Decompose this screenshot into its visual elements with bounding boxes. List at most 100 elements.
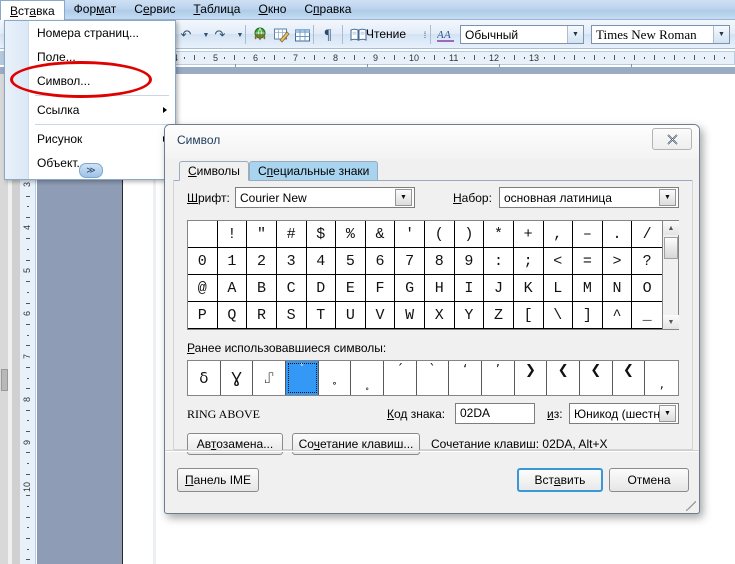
character-cell[interactable]: B xyxy=(247,275,277,302)
character-cell[interactable]: 0 xyxy=(188,248,218,275)
character-cell[interactable]: / xyxy=(632,221,662,248)
character-cell[interactable]: * xyxy=(484,221,514,248)
scrollbar-thumb[interactable] xyxy=(1,369,8,391)
character-cell[interactable]: % xyxy=(336,221,366,248)
character-cell[interactable]: \ xyxy=(544,302,574,329)
character-cell[interactable]: 6 xyxy=(366,248,396,275)
toolbar-overflow-icon[interactable]: ⁞ xyxy=(415,25,435,45)
recent-symbol-cell[interactable]: ‘ xyxy=(449,361,482,395)
cancel-button[interactable]: Отмена xyxy=(609,468,689,492)
recent-symbol-cell[interactable]: ´ xyxy=(384,361,417,395)
recent-symbol-cell[interactable]: ❯ xyxy=(515,361,548,395)
character-cell[interactable]: : xyxy=(484,248,514,275)
tab-special-chars[interactable]: Специальные знаки xyxy=(249,161,378,181)
dialog-title-bar[interactable]: Символ xyxy=(165,125,699,159)
character-cell[interactable]: 2 xyxy=(247,248,277,275)
character-cell[interactable]: Z xyxy=(484,302,514,329)
style-combo[interactable]: Обычный ▼ xyxy=(460,25,584,44)
character-cell[interactable]: + xyxy=(514,221,544,248)
menu-item-link[interactable]: Ссылка xyxy=(5,98,175,122)
close-icon[interactable] xyxy=(652,128,692,150)
character-cell[interactable]: ' xyxy=(395,221,425,248)
font-format-AA-icon[interactable]: AA xyxy=(436,25,456,45)
character-cell[interactable]: < xyxy=(544,248,574,275)
scroll-down-arrow-icon[interactable]: ▼ xyxy=(663,315,679,329)
chevron-down-icon[interactable]: ▼ xyxy=(567,26,583,43)
character-cell[interactable]: . xyxy=(603,221,633,248)
scroll-up-arrow-icon[interactable]: ▲ xyxy=(663,221,679,235)
chevron-down-icon[interactable]: ▼ xyxy=(659,405,676,422)
paragraph-marks-icon[interactable]: ¶ xyxy=(318,25,338,45)
chevron-down-icon[interactable]: ▼ xyxy=(713,26,729,43)
recent-symbol-cell[interactable]: ˚ xyxy=(286,361,319,395)
character-cell[interactable]: [ xyxy=(514,302,544,329)
character-cell[interactable] xyxy=(188,221,218,248)
menu-okno[interactable]: Окно xyxy=(249,0,295,19)
character-cell[interactable]: ^ xyxy=(603,302,633,329)
character-cell[interactable]: I xyxy=(455,275,485,302)
font-select[interactable]: Courier New ▼ xyxy=(235,187,415,208)
character-cell[interactable]: D xyxy=(307,275,337,302)
character-cell[interactable]: R xyxy=(247,302,277,329)
menu-expand-chevron-double-down-icon[interactable]: ≫ xyxy=(79,163,103,178)
character-cell[interactable]: V xyxy=(366,302,396,329)
character-cell[interactable]: E xyxy=(336,275,366,302)
charset-select[interactable]: основная латиница ▼ xyxy=(499,187,679,208)
recent-symbol-cell[interactable]: ⑀ xyxy=(253,361,286,395)
menu-item-symbol[interactable]: Символ... xyxy=(5,69,175,93)
character-cell[interactable]: & xyxy=(366,221,396,248)
recent-symbol-cell[interactable]: ˳ xyxy=(319,361,352,395)
character-cell[interactable]: F xyxy=(366,275,396,302)
character-cell[interactable]: 4 xyxy=(307,248,337,275)
character-cell[interactable]: S xyxy=(277,302,307,329)
character-cell[interactable]: P xyxy=(188,302,218,329)
character-cell[interactable]: C xyxy=(277,275,307,302)
chevron-down-icon[interactable]: ▼ xyxy=(659,189,676,206)
recent-symbol-cell[interactable]: δ xyxy=(188,361,221,395)
character-cell[interactable]: N xyxy=(603,275,633,302)
redo-icon[interactable]: ↷ xyxy=(210,25,230,45)
redo-dropdown-icon[interactable]: ▼ xyxy=(230,25,250,45)
character-cell[interactable]: ( xyxy=(425,221,455,248)
tab-symbols[interactable]: Символы xyxy=(179,161,249,181)
character-cell[interactable]: J xyxy=(484,275,514,302)
menu-item-field[interactable]: Поле... xyxy=(5,45,175,69)
recent-symbol-cell[interactable]: ‚ xyxy=(645,361,678,395)
character-cell[interactable]: ] xyxy=(573,302,603,329)
menu-servis[interactable]: Сервис xyxy=(125,0,184,19)
recent-symbol-cell[interactable]: ’ xyxy=(482,361,515,395)
character-cell[interactable]: M xyxy=(573,275,603,302)
hyperlink-icon[interactable] xyxy=(250,25,270,45)
code-system-select[interactable]: Юникод (шестн.) ▼ xyxy=(569,403,679,424)
recently-used-symbols-grid[interactable]: δƔ⑀˚˳˳´`‘’❯❮❮❮‚ xyxy=(187,360,679,396)
character-cell[interactable]: $ xyxy=(307,221,337,248)
character-cell[interactable]: X xyxy=(425,302,455,329)
recent-symbol-cell[interactable]: ˳ xyxy=(351,361,384,395)
chevron-down-icon[interactable]: ▼ xyxy=(395,189,412,206)
character-cell[interactable]: U xyxy=(336,302,366,329)
menu-item-page-numbers[interactable]: Номера страниц... xyxy=(5,21,175,45)
character-cell[interactable]: _ xyxy=(632,302,662,329)
reading-mode-label[interactable]: Чтение xyxy=(366,27,406,41)
character-cell[interactable]: H xyxy=(425,275,455,302)
ime-panel-button[interactable]: Панель IME xyxy=(177,468,259,492)
character-cell[interactable]: > xyxy=(603,248,633,275)
insert-table-icon[interactable] xyxy=(292,25,312,45)
character-cell[interactable]: 9 xyxy=(455,248,485,275)
character-cell[interactable]: ) xyxy=(455,221,485,248)
menu-item-picture[interactable]: Рисунок xyxy=(5,127,175,151)
recent-symbol-cell[interactable]: ❮ xyxy=(547,361,580,395)
character-cell[interactable]: , xyxy=(544,221,574,248)
insert-button[interactable]: Вставить xyxy=(517,468,603,492)
character-cell[interactable]: K xyxy=(514,275,544,302)
character-cell[interactable]: G xyxy=(395,275,425,302)
character-cell[interactable]: 7 xyxy=(395,248,425,275)
character-cell[interactable]: O xyxy=(632,275,662,302)
character-cell[interactable]: @ xyxy=(188,275,218,302)
character-grid[interactable]: !"#$%&'()*+,–./0123456789:;<=>?@ABCDEFGH… xyxy=(188,221,662,329)
menu-format[interactable]: Формат xyxy=(65,0,126,19)
character-cell[interactable]: 3 xyxy=(277,248,307,275)
menu-tablitsa[interactable]: Таблица xyxy=(184,0,249,19)
character-cell[interactable]: 8 xyxy=(425,248,455,275)
character-cell[interactable]: 5 xyxy=(336,248,366,275)
